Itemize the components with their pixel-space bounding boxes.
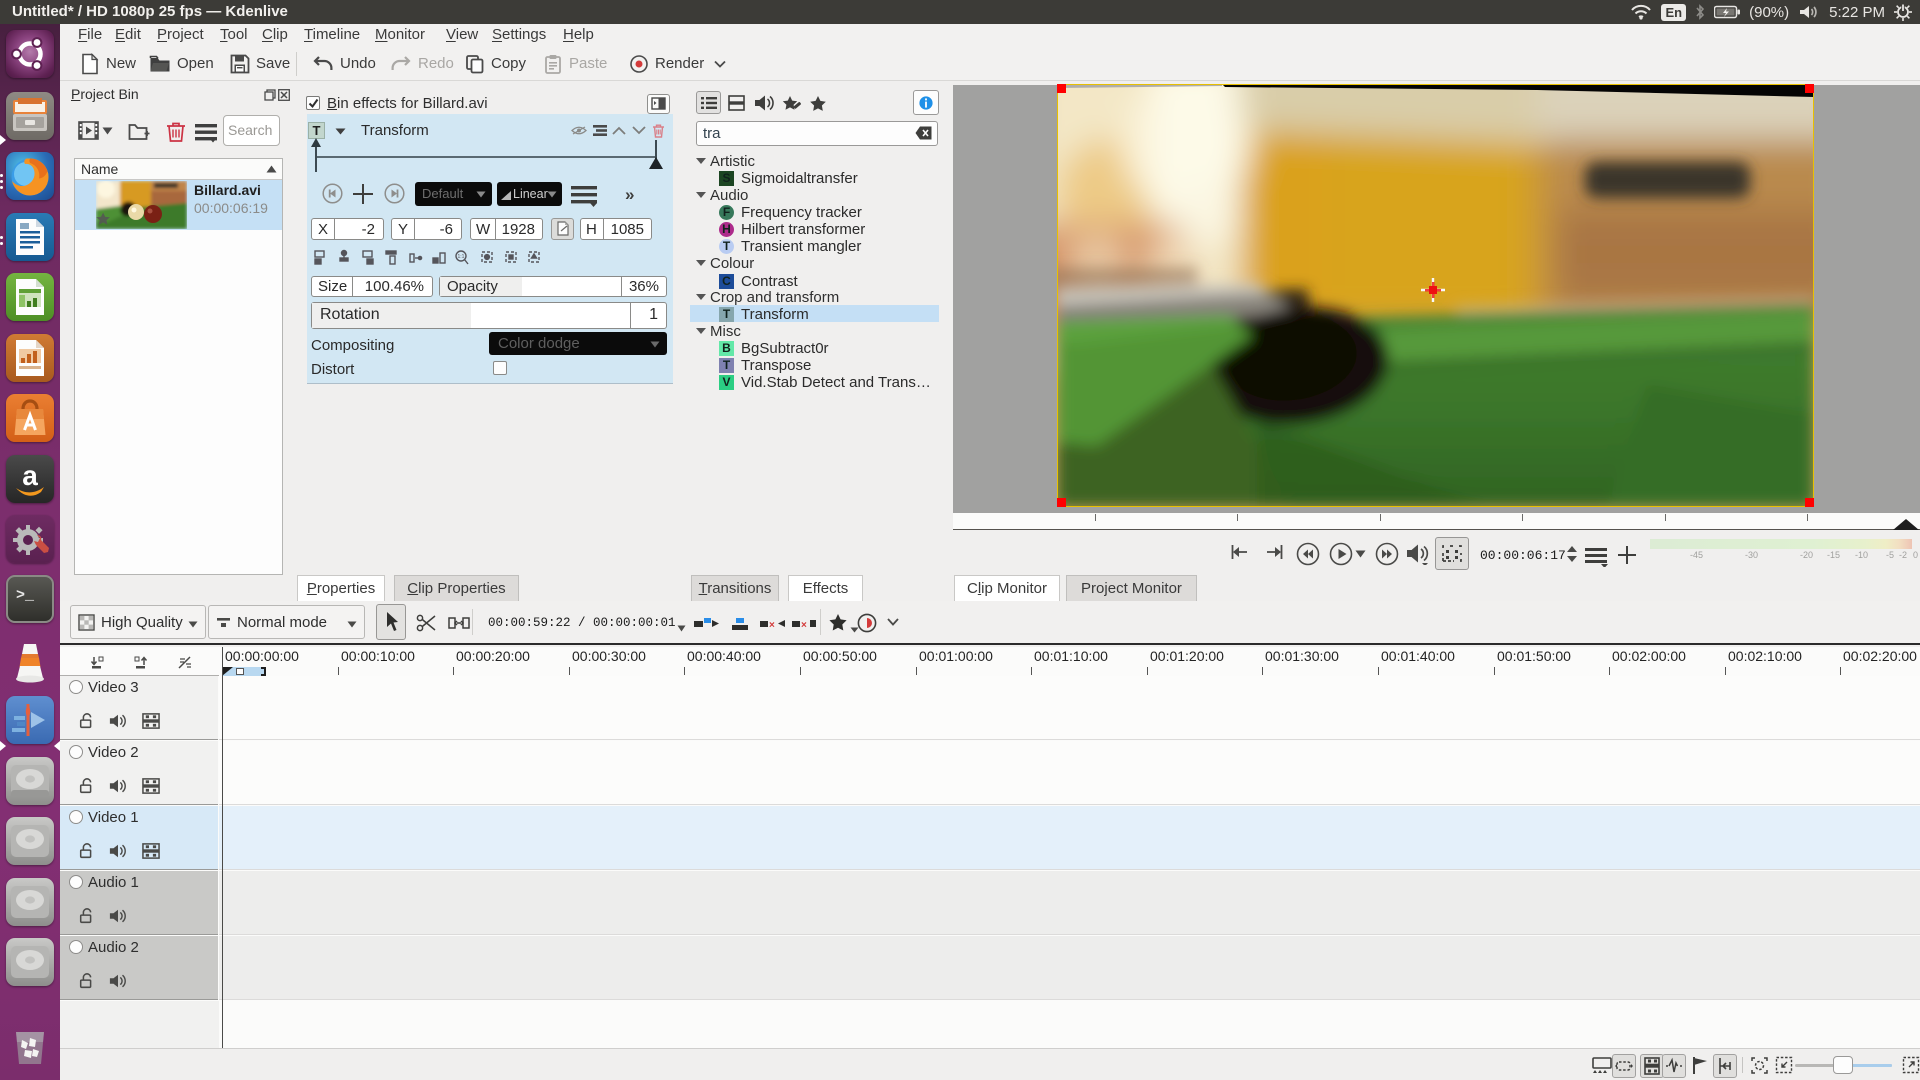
svg-text:×: ×	[801, 620, 807, 631]
svg-text:×: ×	[769, 620, 775, 631]
svg-text:1:1: 1:1	[458, 254, 465, 260]
svg-text:a: a	[22, 460, 38, 491]
svg-text:>_: >_	[16, 587, 35, 604]
